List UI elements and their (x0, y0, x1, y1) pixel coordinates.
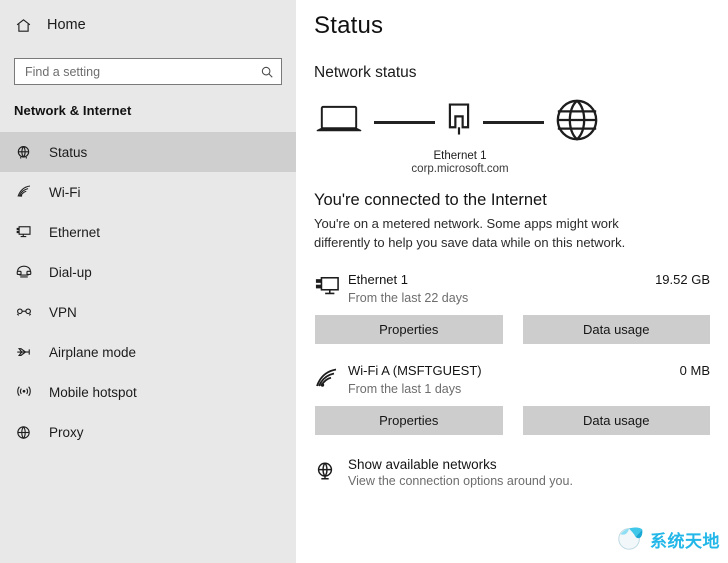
network-diagram: Ethernet 1 corp.microsoft.com (314, 96, 600, 175)
sidebar-item-airplane-mode[interactable]: Airplane mode (0, 332, 296, 372)
sidebar-item-wifi[interactable]: Wi-Fi (0, 172, 296, 212)
properties-button[interactable]: Properties (315, 405, 503, 435)
watermark: 系统天地 (615, 522, 720, 557)
search-container (0, 46, 296, 85)
sphere-logo-icon (615, 522, 645, 557)
sidebar-item-mobile-hotspot[interactable]: Mobile hotspot (0, 372, 296, 412)
sidebar-item-ethernet[interactable]: Ethernet (0, 212, 296, 252)
sidebar-item-label: Ethernet (49, 224, 101, 240)
properties-button[interactable]: Properties (315, 314, 503, 344)
proxy-globe-icon (14, 423, 33, 442)
sidebar-item-label: VPN (49, 304, 77, 320)
main-panel: Status Network status Ethernet 1 corp.mi… (296, 0, 728, 563)
sidebar-item-label: Mobile hotspot (49, 384, 137, 400)
diagram-link-left (374, 120, 435, 124)
search-box[interactable] (14, 58, 282, 85)
sidebar-item-label: Airplane mode (49, 344, 137, 360)
sidebar-item-label: Wi-Fi (49, 184, 81, 200)
adapter-name: Wi-Fi A (MSFTGUEST) (348, 362, 482, 378)
show-available-networks-link[interactable]: Show available networks View the connect… (314, 457, 728, 488)
settings-window: Home Network & Internet (0, 0, 728, 563)
sidebar-item-vpn[interactable]: VPN (0, 292, 296, 332)
connection-headline: You're connected to the Internet (314, 191, 547, 209)
search-icon[interactable] (260, 65, 274, 79)
sidebar-item-proxy[interactable]: Proxy (0, 412, 296, 452)
adapter-usage-amount: 0 MB (679, 362, 710, 378)
sidebar-nav: Status Wi-Fi Ethernet Dial-up VPN Airpla… (0, 132, 296, 452)
vpn-key-icon (14, 303, 33, 322)
watermark-text: 系统天地 (650, 532, 720, 551)
diagram-domain-label: corp.microsoft.com (411, 163, 509, 175)
sidebar-item-label: Proxy (49, 424, 84, 440)
adapter-name: Ethernet 1 (348, 271, 408, 287)
globe-status-icon (14, 143, 33, 162)
wifi-signal-icon (314, 362, 348, 390)
adapter-subtitle: From the last 1 days (348, 381, 462, 396)
wifi-icon (14, 183, 33, 202)
adapter-text: Ethernet 1 From the last 22 days (348, 271, 655, 305)
diagram-link-right (483, 120, 544, 124)
data-usage-button[interactable]: Data usage (522, 314, 710, 344)
section-heading: Network status (314, 64, 417, 81)
adapter-text: Wi-Fi A (MSFTGUEST) From the last 1 days (348, 362, 680, 396)
home-icon (14, 16, 33, 35)
globe-icon (554, 97, 600, 148)
adapter-usage-amount: 19.52 GB (655, 271, 710, 287)
sidebar-item-status[interactable]: Status (0, 132, 296, 172)
sidebar-section-title: Network & Internet (14, 103, 132, 118)
hotspot-icon (14, 383, 33, 402)
diagram-adapter-label: Ethernet 1 (433, 150, 487, 162)
pc-monitor-icon (314, 271, 348, 299)
search-input[interactable] (15, 59, 240, 84)
data-usage-button[interactable]: Data usage (522, 405, 710, 435)
adapter-button-row: Properties Data usage (314, 405, 728, 435)
sidebar-item-label: Status (49, 144, 88, 160)
sidebar-home-label: Home (47, 17, 86, 33)
page-title: Status (314, 12, 384, 39)
airplane-icon (14, 343, 33, 362)
sidebar-item-home[interactable]: Home (0, 4, 296, 46)
show-networks-title: Show available networks (348, 456, 497, 472)
network-globe-icon (314, 457, 348, 487)
show-networks-text: Show available networks View the connect… (348, 457, 573, 488)
adapter-subtitle: From the last 22 days (348, 290, 469, 305)
adapter-row: Ethernet 1 From the last 22 days 19.52 G… (314, 271, 728, 305)
connection-description: You're on a metered network. Some apps m… (314, 216, 626, 250)
show-networks-subtitle: View the connection options around you. (348, 473, 573, 488)
dialup-phone-icon (14, 263, 33, 282)
sidebar-item-dial-up[interactable]: Dial-up (0, 252, 296, 292)
adapter-row: Wi-Fi A (MSFTGUEST) From the last 1 days… (314, 362, 728, 396)
diagram-labels: Ethernet 1 corp.microsoft.com (320, 150, 600, 175)
laptop-icon (314, 102, 364, 143)
ethernet-port-icon (445, 100, 473, 145)
sidebar: Home Network & Internet (0, 0, 296, 563)
ethernet-icon (14, 223, 33, 242)
adapter-button-row: Properties Data usage (314, 314, 728, 344)
sidebar-item-label: Dial-up (49, 264, 92, 280)
